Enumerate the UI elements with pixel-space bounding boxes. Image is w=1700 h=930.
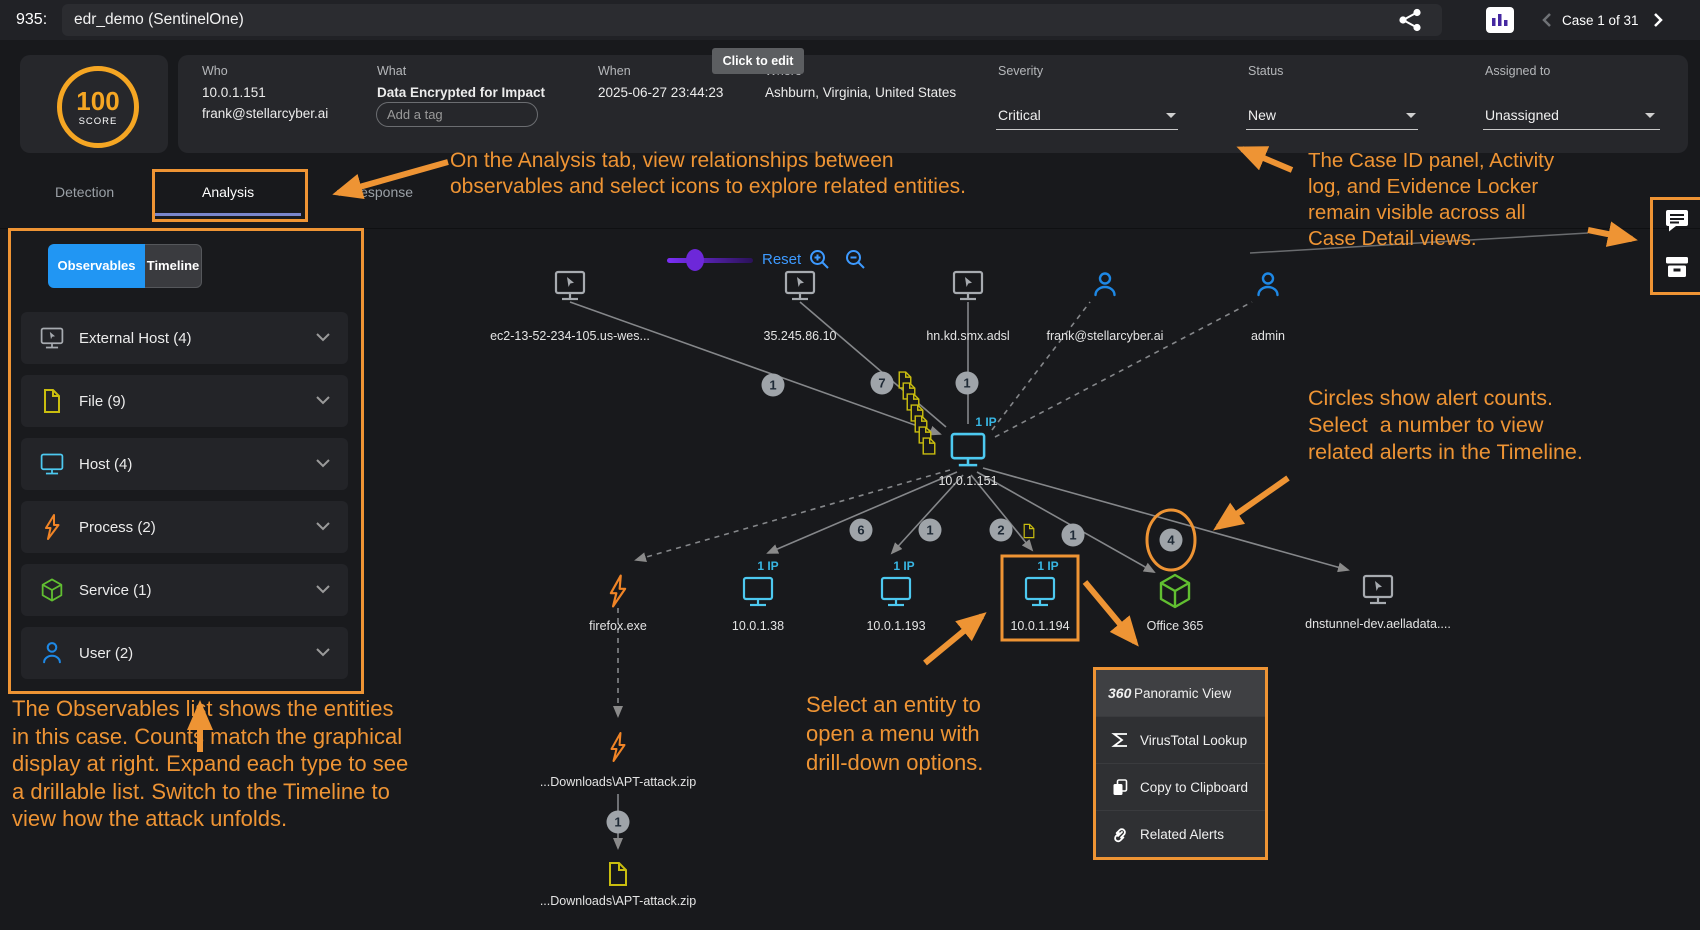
edge-center-firefox bbox=[636, 470, 950, 560]
svg-text:1: 1 bbox=[926, 523, 933, 538]
node-user-icon[interactable] bbox=[1259, 274, 1278, 296]
node-label: 10.0.1.38 bbox=[732, 619, 784, 633]
node-label: frank@stellarcyber.ai bbox=[1047, 329, 1164, 343]
node-external-host-icon[interactable] bbox=[954, 272, 982, 299]
node-host-icon[interactable] bbox=[882, 578, 910, 605]
edge-center-user1 bbox=[992, 302, 1090, 430]
ip-count-label: 1 IP bbox=[1037, 559, 1058, 573]
node-process-icon[interactable] bbox=[612, 733, 625, 761]
node-process-icon[interactable] bbox=[611, 576, 625, 607]
ip-count-label: 1 IP bbox=[975, 415, 996, 429]
node-label: ...Downloads\APT-attack.zip bbox=[540, 894, 696, 908]
svg-text:2: 2 bbox=[997, 523, 1004, 538]
node-host-icon-selected[interactable] bbox=[1026, 578, 1054, 605]
file-badge-icon[interactable] bbox=[1024, 524, 1034, 537]
svg-text:1: 1 bbox=[963, 376, 970, 391]
node-label: firefox.exe bbox=[589, 619, 647, 633]
menu-item-panoramic-view[interactable]: 360 Panoramic View bbox=[1096, 670, 1265, 717]
svg-text:4: 4 bbox=[1167, 533, 1175, 548]
node-label: admin bbox=[1251, 329, 1285, 343]
node-external-host-icon[interactable] bbox=[1364, 576, 1392, 603]
node-host-icon[interactable] bbox=[744, 578, 772, 605]
svg-text:1: 1 bbox=[769, 378, 776, 393]
alert-count-badge[interactable]: 2 bbox=[990, 519, 1013, 542]
copy-icon bbox=[1108, 778, 1132, 796]
alert-count-badge[interactable]: 1 bbox=[1062, 524, 1085, 547]
alert-count-badge[interactable]: 4 bbox=[1160, 529, 1183, 552]
click-to-edit-tooltip: Click to edit bbox=[712, 48, 804, 74]
ip-count-label: 1 IP bbox=[757, 559, 778, 573]
node-file-icon[interactable] bbox=[610, 863, 626, 885]
ip-count-label: 1 IP bbox=[893, 559, 914, 573]
node-label: Office 365 bbox=[1147, 619, 1204, 633]
case-side-tools bbox=[1650, 197, 1700, 295]
annotation-case-panels: The Case ID panel, Activity log, and Evi… bbox=[1308, 148, 1554, 252]
entity-context-menu: 360 Panoramic View VirusTotal Lookup Cop… bbox=[1093, 667, 1268, 860]
menu-item-related-alerts[interactable]: Related Alerts bbox=[1096, 811, 1265, 857]
annotation-arrow-entity bbox=[925, 616, 982, 663]
menu-item-copy-to-clipboard[interactable]: Copy to Clipboard bbox=[1096, 764, 1265, 811]
node-service-icon[interactable] bbox=[1161, 575, 1189, 607]
activity-log-icon[interactable] bbox=[1665, 209, 1689, 237]
alert-count-badge[interactable]: 6 bbox=[850, 519, 873, 542]
case-detail-page: 935: Case 1 of 31 1 bbox=[0, 0, 1700, 930]
node-label: dnstunnel-dev.aelladata.... bbox=[1305, 617, 1451, 631]
alert-count-badge[interactable]: 7 bbox=[871, 372, 894, 395]
alert-count-badge[interactable]: 1 bbox=[956, 372, 979, 395]
annotation-alert-counts: Circles show alert counts. Select a numb… bbox=[1308, 385, 1583, 466]
svg-text:1: 1 bbox=[1069, 528, 1076, 543]
edge-ext2-center bbox=[800, 302, 946, 427]
node-host-icon-center[interactable] bbox=[952, 434, 984, 465]
evidence-locker-icon[interactable] bbox=[1665, 256, 1689, 283]
edge-ext1-center bbox=[570, 302, 940, 434]
node-label: ...Downloads\APT-attack.zip bbox=[540, 775, 696, 789]
360-icon: 360 bbox=[1108, 685, 1132, 701]
link-icon bbox=[1108, 825, 1132, 843]
node-label: ec2-13-52-234-105.us-wes... bbox=[490, 329, 650, 343]
annotation-arrow-menu bbox=[1085, 582, 1135, 642]
node-user-icon[interactable] bbox=[1096, 274, 1115, 296]
annotation-arrow-side-icons bbox=[1588, 230, 1632, 239]
node-external-host-icon[interactable] bbox=[786, 272, 814, 299]
annotation-arrow-header bbox=[1242, 149, 1292, 170]
alert-count-badge[interactable]: 1 bbox=[762, 374, 785, 397]
svg-text:1: 1 bbox=[614, 815, 621, 830]
alert-count-badge[interactable]: 1 bbox=[607, 811, 630, 834]
edge-center-user2 bbox=[995, 302, 1252, 437]
alert-count-badge[interactable]: 1 bbox=[919, 519, 942, 542]
node-label: 35.245.86.10 bbox=[764, 329, 837, 343]
node-external-host-icon[interactable] bbox=[556, 272, 584, 299]
node-label: 10.0.1.193 bbox=[866, 619, 925, 633]
annotation-observables-list: The Observables list shows the entities … bbox=[12, 695, 408, 833]
node-label: 10.0.1.151 bbox=[938, 474, 997, 488]
annotation-analysis-tab: On the Analysis tab, view relationships … bbox=[450, 148, 966, 200]
virustotal-icon bbox=[1108, 731, 1132, 749]
node-label: hn.kd.smx.adsl bbox=[926, 329, 1009, 343]
svg-text:7: 7 bbox=[878, 376, 885, 391]
annotation-arrow-alert-count bbox=[1218, 478, 1288, 527]
annotation-arrow-analysis-tab bbox=[338, 162, 448, 193]
annotation-entity-menu: Select an entity to open a menu with dri… bbox=[806, 690, 983, 777]
svg-text:6: 6 bbox=[857, 523, 864, 538]
node-label: 10.0.1.194 bbox=[1010, 619, 1069, 633]
menu-item-virustotal-lookup[interactable]: VirusTotal Lookup bbox=[1096, 717, 1265, 764]
